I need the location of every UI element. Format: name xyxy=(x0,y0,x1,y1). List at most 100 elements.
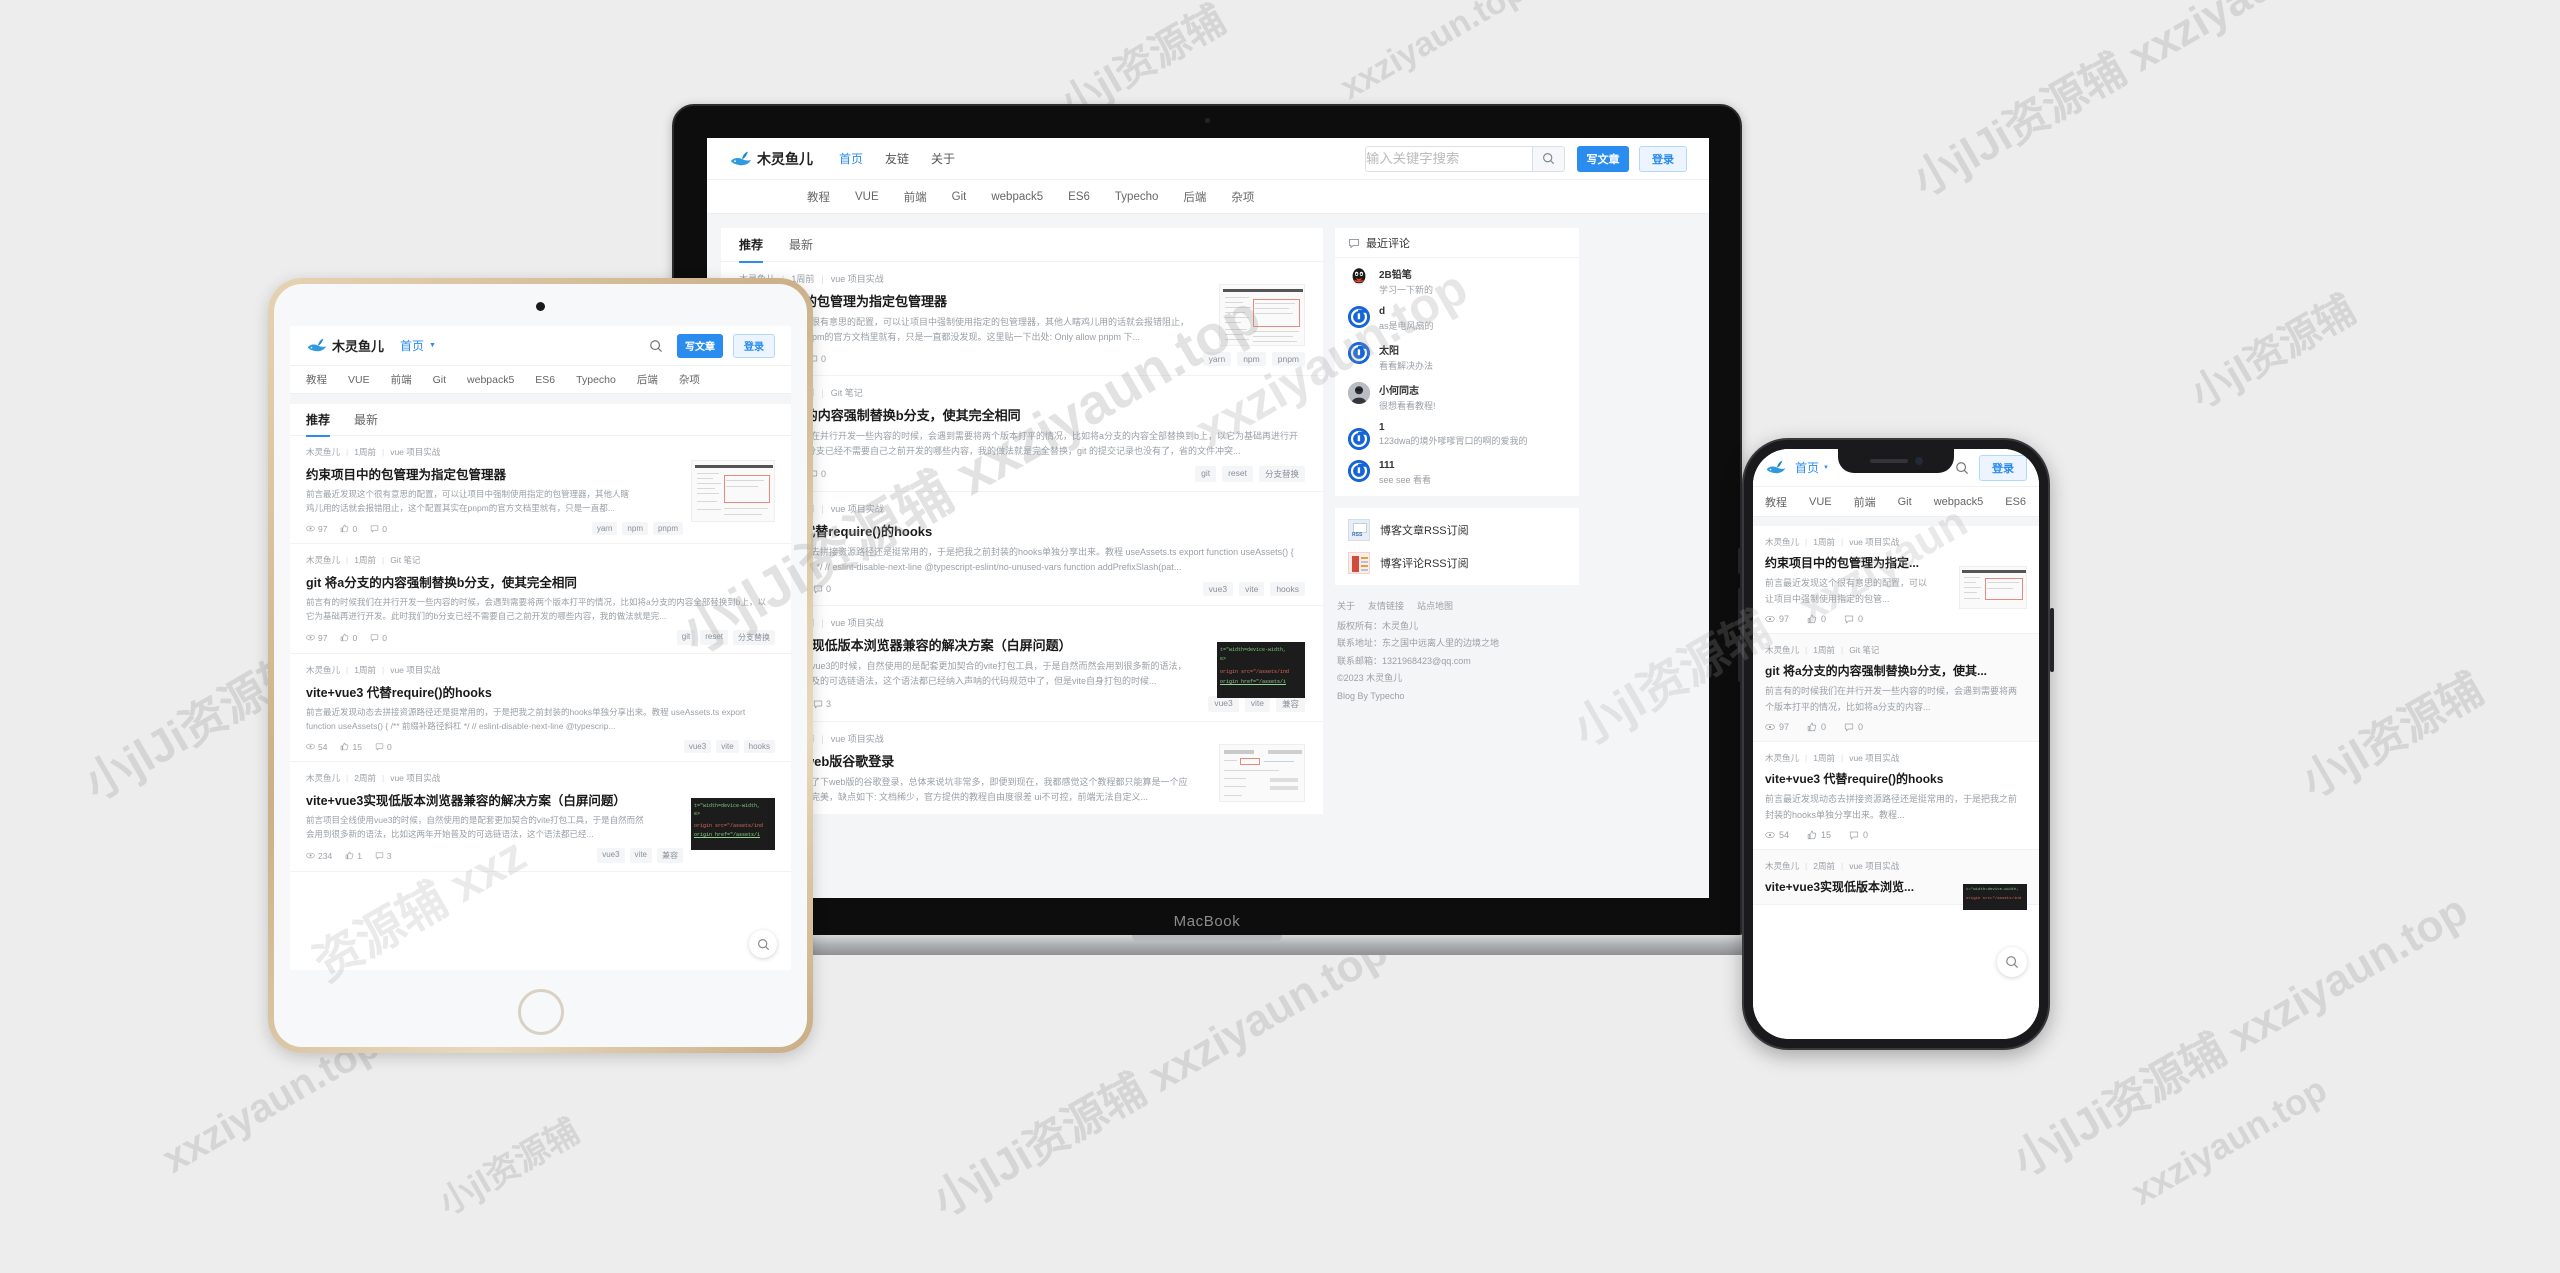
post-category[interactable]: Git 笔记 xyxy=(1849,644,1879,656)
search-button[interactable] xyxy=(1532,146,1564,171)
footer-link-friends[interactable]: 友情链接 xyxy=(1368,598,1404,616)
tag[interactable]: 兼容 xyxy=(657,848,683,863)
category-zaxiang[interactable]: 杂项 xyxy=(1231,189,1254,205)
login-button[interactable]: 登录 xyxy=(733,333,775,358)
category-jiaocheng[interactable]: 教程 xyxy=(1765,494,1787,510)
tab-recommended[interactable]: 推荐 xyxy=(306,404,331,437)
comment-item[interactable]: 1 123dwa的境外嗲嗲胃口的啊的爱我的 xyxy=(1348,422,1566,450)
post-category[interactable]: vue 项目实战 xyxy=(1849,860,1899,872)
footer-link-about[interactable]: 关于 xyxy=(1337,598,1355,616)
post-title[interactable]: git 将a分支的内容强制替换b分支，使其... xyxy=(1765,662,2027,679)
mobile-search-fab[interactable] xyxy=(1997,947,2027,977)
tag[interactable]: hooks xyxy=(1270,582,1305,596)
category-webpack5[interactable]: webpack5 xyxy=(1934,496,1984,508)
tag[interactable]: pnpm xyxy=(652,522,683,535)
post-item[interactable]: 木灵鱼儿 | 1周前 | vue 项目实战 约束项目中的包管理为指定... 前言最近… xyxy=(1753,526,2039,634)
tag[interactable]: npm xyxy=(622,522,648,535)
category-qianduan[interactable]: 前端 xyxy=(1854,494,1876,510)
post-thumbnail[interactable] xyxy=(1959,566,2027,609)
nav-item-about[interactable]: 关于 xyxy=(931,150,955,167)
post-title[interactable]: git 将a分支的内容强制替换b分支，使其完全相同 xyxy=(739,405,1305,424)
category-es6[interactable]: ES6 xyxy=(2005,496,2026,508)
comment-item[interactable]: d as是电风扇的 xyxy=(1348,306,1566,332)
tag[interactable]: vite xyxy=(629,848,652,863)
post-category[interactable]: vue 项目实战 xyxy=(1849,536,1899,548)
tag[interactable]: vue3 xyxy=(683,740,712,753)
category-typecho[interactable]: Typecho xyxy=(1115,191,1158,203)
category-houduan[interactable]: 后端 xyxy=(1183,189,1206,205)
category-qianduan[interactable]: 前端 xyxy=(904,189,927,205)
post-thumbnail[interactable] xyxy=(691,460,775,522)
post-title[interactable]: vite+vue3 代替require()的hooks xyxy=(739,521,1305,540)
post-item[interactable]: 木灵鱼儿| 1周前| vue 项目实战 约束项目中的包管理为指定包管理器 前言最… xyxy=(290,436,791,544)
tag[interactable]: vite xyxy=(1239,582,1265,596)
mobile-category-bar[interactable]: 教程 VUE 前端 Git webpack5 ES6 xyxy=(1753,487,2039,517)
tag[interactable]: git xyxy=(1195,466,1217,482)
brand[interactable]: 木灵鱼儿 xyxy=(306,336,384,355)
category-vue[interactable]: VUE xyxy=(1809,496,1832,508)
post-category[interactable]: vue 项目实战 xyxy=(831,616,884,629)
tab-latest[interactable]: 最新 xyxy=(789,228,813,262)
tag[interactable]: yarn xyxy=(1202,352,1232,366)
comment-item[interactable]: 2B铅笔 学习一下新的 xyxy=(1348,266,1566,296)
post-item[interactable]: 木灵鱼儿| 1周前| vue 项目实战 vite+vue3 代替require(… xyxy=(290,654,791,762)
comment-item[interactable]: 太阳 看看解决办法 xyxy=(1348,342,1566,372)
category-vue[interactable]: VUE xyxy=(348,374,370,386)
tag[interactable]: npm xyxy=(1237,352,1266,366)
phone-power-button[interactable] xyxy=(2050,608,2054,672)
tag[interactable]: vue3 xyxy=(597,848,625,863)
post-category[interactable]: Git 笔记 xyxy=(390,554,420,566)
post-thumbnail[interactable]: t="width=device-width, origin src="/asse… xyxy=(1963,884,2027,910)
comment-item[interactable]: 111 see see 看看 xyxy=(1348,460,1566,486)
post-title[interactable]: vite+vue3 代替require()的hooks xyxy=(1765,770,2027,787)
post-item[interactable]: 木灵鱼儿 | 1周前 | Git 笔记 git 将a分支的内容强制替换b分支，使其.… xyxy=(1753,634,2039,742)
category-webpack5[interactable]: webpack5 xyxy=(467,374,514,386)
tag[interactable]: yarn xyxy=(591,522,618,535)
post-thumbnail[interactable] xyxy=(1219,744,1305,802)
mobile-nav-dropdown[interactable]: 首页 ▼ xyxy=(1795,459,1829,476)
post-item[interactable]: 木灵鱼儿| 2周前| vue 项目实战 vite+vue3实现低版本浏览器兼容的… xyxy=(290,762,791,872)
post-item[interactable]: 木灵鱼儿| 1周前| vue 项目实战 vite+vue3 代替require(… xyxy=(1753,742,2039,850)
category-vue[interactable]: VUE xyxy=(855,191,879,203)
rss-comment-row[interactable]: 博客评论RSS订阅 xyxy=(1348,552,1566,574)
tab-latest[interactable]: 最新 xyxy=(354,404,378,436)
post-category[interactable]: Git 笔记 xyxy=(831,386,863,399)
post-thumbnail[interactable] xyxy=(1219,284,1305,346)
whale-icon[interactable] xyxy=(1765,460,1787,475)
post-category[interactable]: vue 项目实战 xyxy=(831,502,884,515)
category-zaxiang[interactable]: 杂项 xyxy=(679,372,700,387)
category-jiaocheng[interactable]: 教程 xyxy=(306,372,327,387)
category-jiaocheng[interactable]: 教程 xyxy=(807,189,830,205)
tag[interactable]: vite xyxy=(716,740,739,753)
tag[interactable]: 兼容 xyxy=(1275,696,1305,712)
post-title[interactable]: git 将a分支的内容强制替换b分支，使其完全相同 xyxy=(306,572,775,591)
comment-item[interactable]: 小何同志 很想看看教程! xyxy=(1348,382,1566,412)
category-git[interactable]: Git xyxy=(1898,496,1912,508)
category-typecho[interactable]: Typecho xyxy=(576,374,616,386)
post-category[interactable]: vue 项目实战 xyxy=(390,446,440,458)
category-qianduan[interactable]: 前端 xyxy=(391,372,412,387)
search-input[interactable] xyxy=(1366,151,1533,166)
post-item[interactable]: 木灵鱼儿 | 2周前 | vue 项目实战 vite+vue3实现低版本浏览... … xyxy=(1753,850,2039,910)
brand[interactable]: 木灵鱼儿 xyxy=(729,149,813,169)
nav-item-home[interactable]: 首页 xyxy=(839,150,863,167)
post-category[interactable]: vue 项目实战 xyxy=(831,732,884,745)
tablet-home-button[interactable] xyxy=(517,989,564,1035)
tag[interactable]: pnpm xyxy=(1271,352,1305,366)
nav-item-friends[interactable]: 友链 xyxy=(885,150,909,167)
tag[interactable]: 分支替换 xyxy=(733,630,775,645)
category-es6[interactable]: ES6 xyxy=(1068,191,1090,203)
tag[interactable]: git xyxy=(676,630,696,645)
category-houduan[interactable]: 后端 xyxy=(637,372,658,387)
post-title[interactable]: vite+vue3 代替require()的hooks xyxy=(306,682,775,701)
login-button[interactable]: 登录 xyxy=(1979,454,2027,481)
post-thumbnail[interactable]: t="width=device-width, e> origin src="/a… xyxy=(691,798,775,850)
tag[interactable]: reset xyxy=(700,630,728,645)
tag[interactable]: vite xyxy=(1244,696,1270,712)
category-es6[interactable]: ES6 xyxy=(535,374,555,386)
post-item[interactable]: 木灵鱼儿| 1周前| Git 笔记 git 将a分支的内容强制替换b分支，使其完… xyxy=(290,544,791,654)
tag[interactable]: vue3 xyxy=(1208,696,1239,712)
login-button[interactable]: 登录 xyxy=(1639,145,1687,172)
post-category[interactable]: vue 项目实战 xyxy=(390,772,440,784)
footer-link-sitemap[interactable]: 站点地图 xyxy=(1417,598,1453,616)
